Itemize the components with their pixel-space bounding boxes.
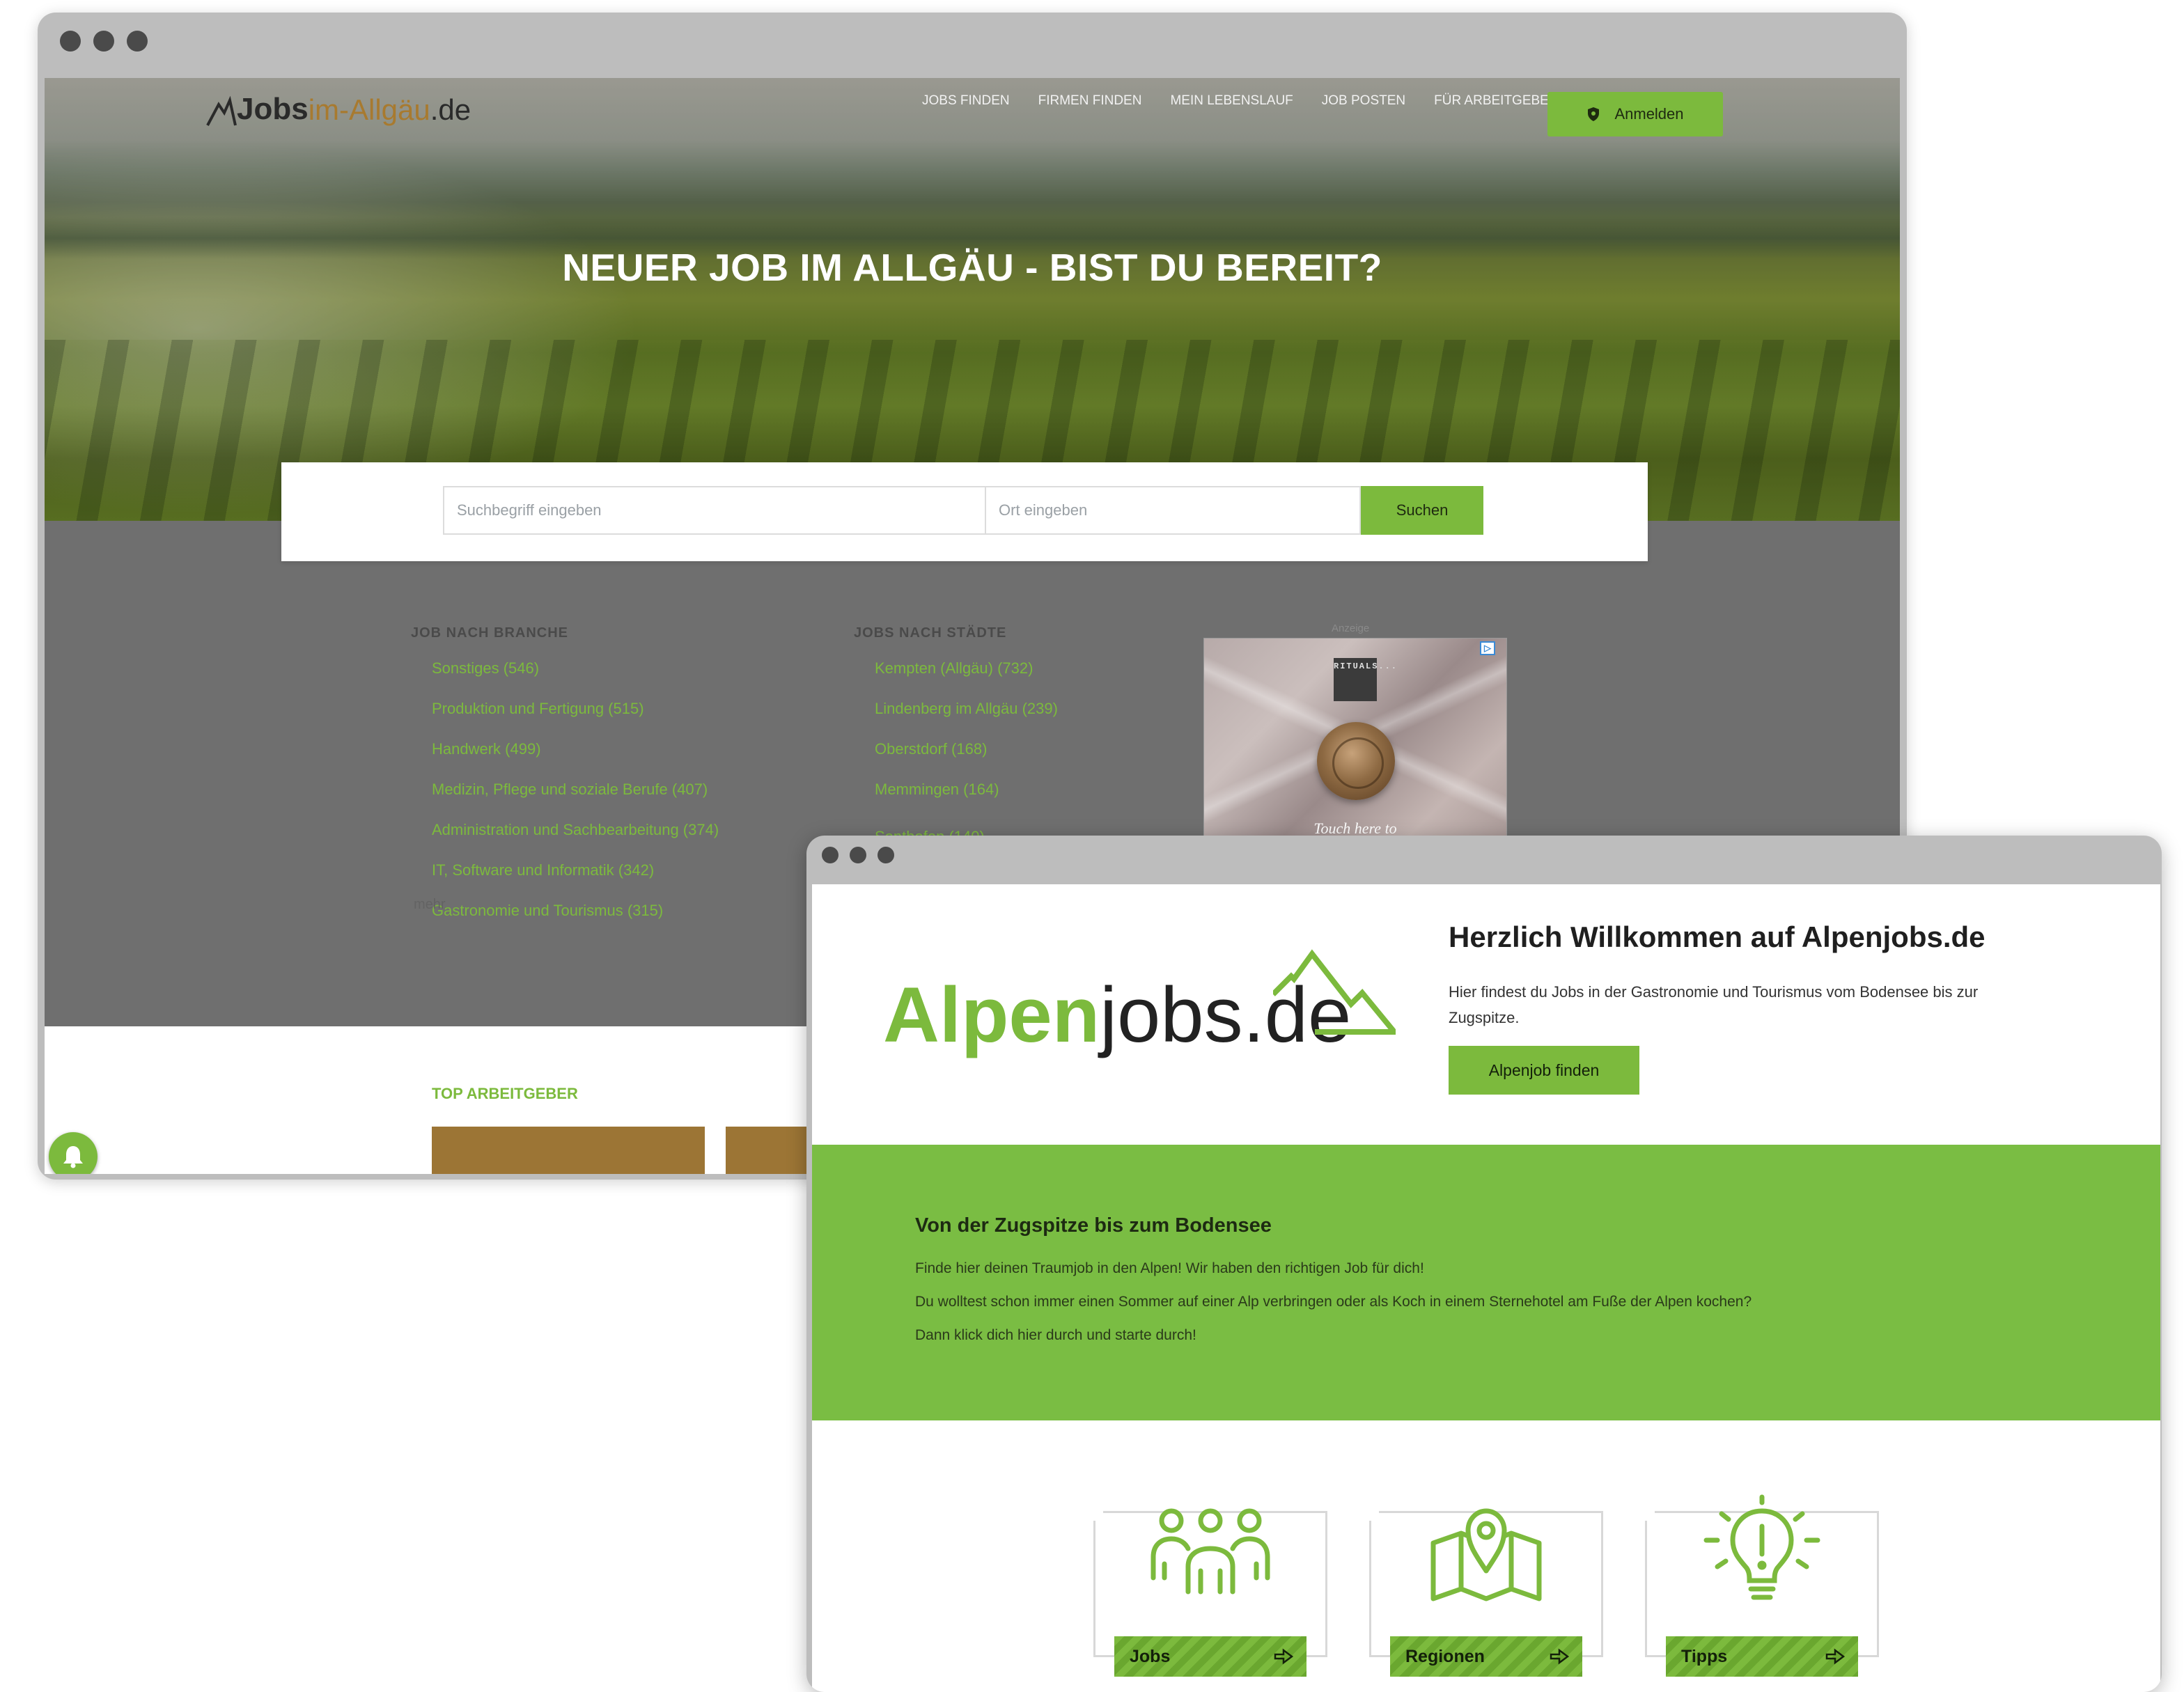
window-maximize-dot[interactable] [878, 847, 894, 863]
notification-bell-button[interactable] [49, 1132, 98, 1174]
tile-label: Tipps [1681, 1646, 1728, 1666]
tile-label-bar: Tipps [1666, 1636, 1858, 1677]
hero-title: NEUER JOB IM ALLGÄU - BIST DU BEREIT? [562, 246, 1382, 289]
intro-line: Finde hier deinen Traumjob in den Alpen!… [915, 1260, 1424, 1276]
window-close-dot[interactable] [822, 847, 838, 863]
tile-label: Regionen [1405, 1646, 1485, 1666]
tile-label: Jobs [1130, 1646, 1171, 1666]
window-maximize-dot[interactable] [127, 31, 148, 52]
cities-list: Kempten (Allgäu) (732) Lindenberg im All… [875, 656, 1058, 817]
tile-label-bar: Regionen [1390, 1636, 1582, 1677]
arrow-right-icon [1550, 1648, 1570, 1665]
logo-suffix-text: .de [430, 93, 471, 126]
ad-brand-logo: RITUALS... [1334, 658, 1396, 701]
intro-band: Von der Zugspitze bis zum Bodensee Finde… [812, 1145, 2160, 1420]
login-label: Anmelden [1614, 105, 1684, 123]
city-link[interactable]: Oberstdorf (168) [875, 737, 1058, 777]
intro-line: Dann klick dich hier durch und starte du… [915, 1327, 1196, 1343]
map-pin-icon [1430, 1508, 1542, 1601]
people-icon [1150, 1508, 1270, 1595]
branch-link[interactable]: Administration und Sachbearbeitung (374) [432, 817, 719, 858]
branch-link[interactable]: Gastronomie und Tourismus (315) [432, 898, 719, 939]
window-minimize-dot[interactable] [93, 31, 114, 52]
branch-link[interactable]: IT, Software und Informatik (342) [432, 858, 719, 898]
logo-bold-text: Jobs [237, 92, 309, 126]
page-viewport: Alpen jobs.de Herzlich Willkommen auf Al… [812, 884, 2160, 1692]
nav-fuer-arbeitgeber[interactable]: FÜR ARBEITGEBER [1434, 93, 1558, 109]
tile-regionen[interactable]: Regionen [1369, 1508, 1603, 1692]
branches-more-link[interactable]: mehr [414, 897, 446, 913]
wax-seal-image [1317, 722, 1395, 800]
hero-section: Jobs im-Allgäu .de JOBS FINDEN FIRMEN FI… [45, 78, 1900, 521]
nav-job-posten[interactable]: JOB POSTEN [1322, 93, 1405, 109]
search-query-input[interactable] [443, 486, 986, 535]
nav-firmen-finden[interactable]: FIRMEN FINDEN [1038, 93, 1142, 109]
city-link[interactable]: Memmingen (164) [875, 777, 1058, 817]
city-link[interactable]: Lindenberg im Allgäu (239) [875, 696, 1058, 737]
search-button[interactable]: Suchen [1361, 486, 1483, 535]
logo-green-text: Alpen [883, 971, 1100, 1058]
nav-mein-lebenslauf[interactable]: MEIN LEBENSLAUF [1170, 93, 1293, 109]
tile-tipps[interactable]: Tipps [1645, 1494, 1879, 1692]
adchoices-icon[interactable]: ▷ [1480, 641, 1495, 655]
branches-heading: JOB NACH BRANCHE [411, 625, 569, 641]
site-logo[interactable]: Jobs im-Allgäu .de [206, 92, 471, 127]
find-alpenjob-button[interactable]: Alpenjob finden [1449, 1046, 1639, 1095]
welcome-title: Herzlich Willkommen auf Alpenjobs.de [1449, 921, 1986, 953]
welcome-text: Hier findest du Jobs in der Gastronomie … [1449, 983, 1979, 1026]
lightbulb-icon [1703, 1494, 1820, 1600]
main-nav: JOBS FINDEN FIRMEN FINDEN MEIN LEBENSLAU… [922, 93, 1587, 109]
nav-jobs-finden[interactable]: JOBS FINDEN [922, 93, 1010, 109]
logo-middle-text: im-Allgäu [308, 93, 430, 126]
hero-overlay [45, 78, 1900, 521]
advertisement[interactable]: RITUALS... ▷ Touch here to [1203, 638, 1507, 840]
browser-window-alpenjobs: Alpen jobs.de Herzlich Willkommen auf Al… [806, 836, 2162, 1692]
cities-heading: JOBS NACH STÄDTE [854, 625, 1007, 641]
ad-label: Anzeige [1332, 622, 1370, 634]
arrow-right-icon [1825, 1648, 1846, 1665]
tile-label-bar: Jobs [1114, 1636, 1306, 1677]
window-controls [822, 847, 894, 863]
shield-icon [1588, 107, 1600, 121]
branch-link[interactable]: Handwerk (499) [432, 737, 719, 777]
branches-list: Sonstiges (546) Produktion und Fertigung… [432, 656, 719, 939]
branch-link[interactable]: Produktion und Fertigung (515) [432, 696, 719, 737]
city-link[interactable]: Kempten (Allgäu) (732) [875, 656, 1058, 696]
intro-heading: Von der Zugspitze bis zum Bodensee [915, 1214, 1272, 1237]
window-close-dot[interactable] [60, 31, 81, 52]
alpenjobs-logo[interactable]: Alpen jobs.de [883, 949, 1396, 1058]
top-employers-heading: TOP ARBEITGEBER [432, 1085, 578, 1102]
search-panel: Suchen [281, 462, 1648, 561]
login-button[interactable]: Anmelden [1547, 92, 1723, 136]
tile-jobs[interactable]: Jobs [1093, 1508, 1327, 1692]
intro-line: Du wolltest schon immer einen Sommer auf… [915, 1294, 1752, 1310]
arrow-right-icon [1274, 1648, 1294, 1665]
employer-card[interactable] [432, 1127, 705, 1174]
window-controls [60, 31, 148, 52]
branch-link[interactable]: Medizin, Pflege und soziale Berufe (407) [432, 777, 719, 817]
search-location-input[interactable] [985, 486, 1361, 535]
branch-link[interactable]: Sonstiges (546) [432, 656, 719, 696]
mountain-icon [1273, 949, 1396, 1035]
window-minimize-dot[interactable] [850, 847, 866, 863]
bell-icon [63, 1146, 83, 1168]
mountain-icon [206, 95, 237, 126]
